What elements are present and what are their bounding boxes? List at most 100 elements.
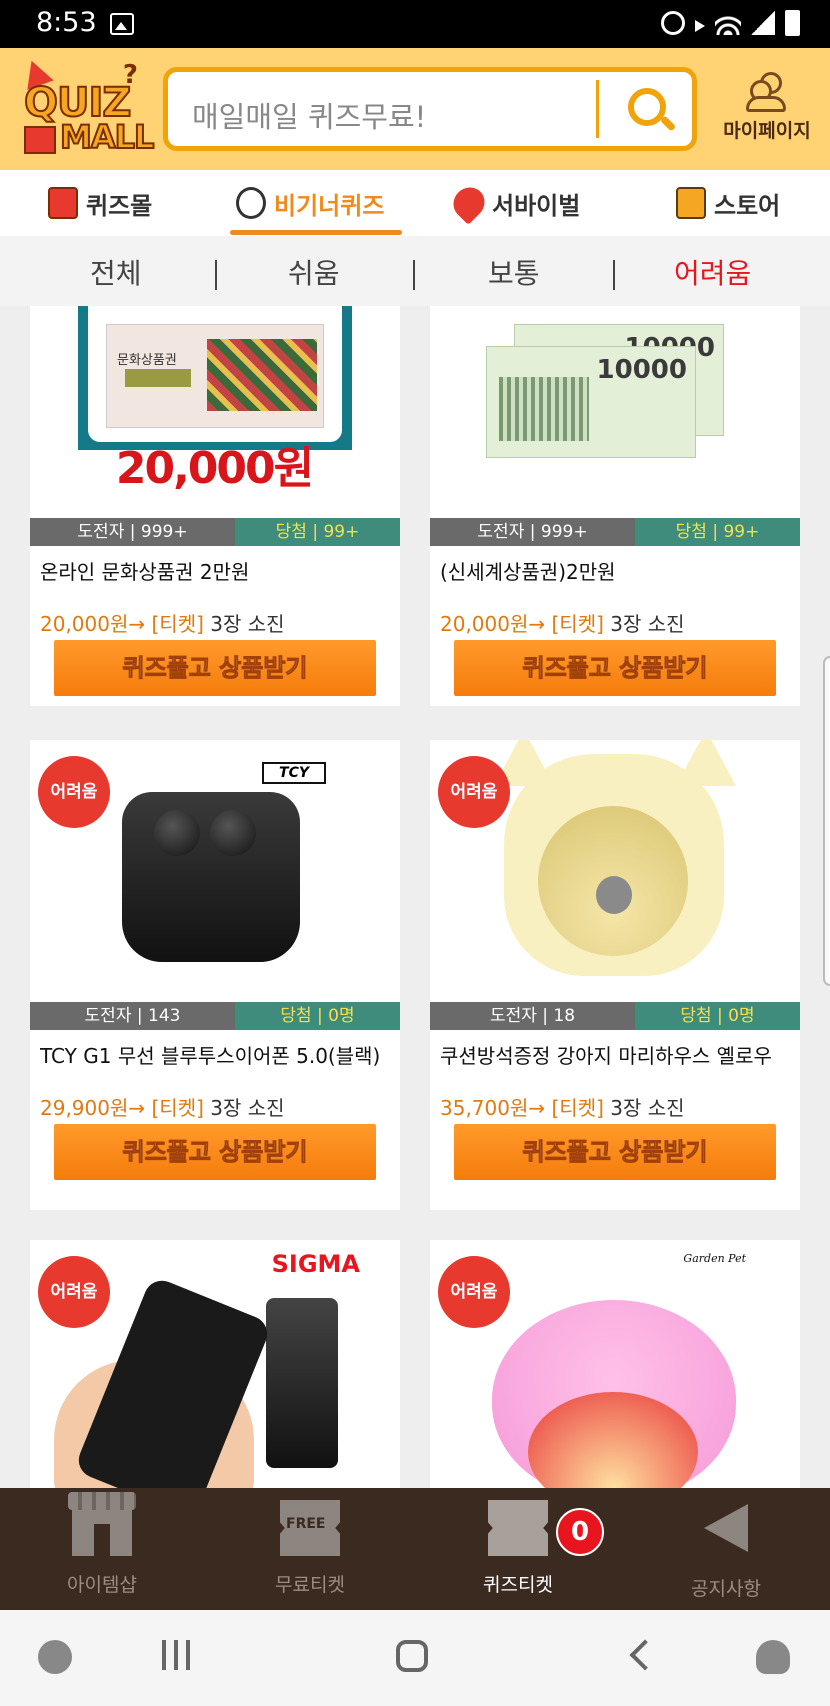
quiz-reward-button[interactable]: 퀴즈풀고 상품받기: [54, 640, 376, 696]
search-box: 매일매일 퀴즈무료!: [163, 67, 697, 151]
filter-normal[interactable]: 보통: [488, 252, 540, 292]
search-icon-handle: [659, 115, 677, 132]
gift-card-label: 문화상품권: [117, 353, 177, 368]
difficulty-badge: 어려움: [442, 760, 506, 824]
product-card[interactable]: Garden Pet 어려움: [430, 1240, 800, 1488]
winner-count: 당첨 | 0명: [635, 1002, 800, 1030]
tab-quizmall[interactable]: 퀴즈몰: [48, 170, 152, 236]
product-stats: 도전자 | 999+ 당첨 | 99+: [30, 518, 400, 546]
active-tab-indicator: [230, 230, 402, 235]
filter-separator: [613, 260, 615, 290]
price-text: 29,900원→ [티켓]: [40, 1096, 204, 1120]
filter-separator: [215, 260, 217, 290]
tab-store[interactable]: 스토어: [676, 170, 780, 236]
rocket-icon: [447, 181, 491, 225]
gift-card-amount: 20,000원: [115, 443, 314, 494]
winner-count: 당첨 | 99+: [235, 518, 400, 546]
ticket-cost: 3장 소진: [603, 1096, 685, 1120]
product-stats: 도전자 | 18 당첨 | 0명: [430, 1002, 800, 1030]
mypage-label: 마이페이지: [723, 120, 811, 142]
signal-icon: [751, 11, 775, 35]
battery-icon: [785, 10, 800, 36]
product-title: TCY G1 무선 블루투스이어폰 5.0(블랙): [40, 1044, 381, 1068]
shop-icon: [68, 1492, 136, 1556]
nav-item-notice[interactable]: 공지사항: [656, 1500, 796, 1601]
app-header: ? QUIZ MALL 매일매일 퀴즈무료! 마이페이지: [0, 48, 830, 170]
product-price: 29,900원→ [티켓] 3장 소진: [40, 1092, 285, 1121]
tab-survival[interactable]: 서바이벌: [447, 170, 581, 236]
product-price: 20,000원→ [티켓] 3장 소진: [440, 608, 685, 637]
users-icon: [746, 72, 788, 112]
bottom-nav: 아이템샵 FREE 무료티켓 퀴즈티켓 0 공지사항: [0, 1488, 830, 1610]
brand-logo: TCY: [262, 762, 326, 784]
quiz-reward-button[interactable]: 퀴즈풀고 상품받기: [54, 1124, 376, 1180]
product-stats: 도전자 | 143 당첨 | 0명: [30, 1002, 400, 1030]
tab-label: 서바이벌: [492, 191, 581, 220]
product-price: 20,000원→ [티켓] 3장 소진: [40, 608, 285, 637]
nav-item-free-ticket[interactable]: FREE 무료티켓: [240, 1500, 380, 1597]
tab-label: 스토어: [714, 191, 781, 220]
product-image[interactable]: 어려움: [430, 740, 800, 1002]
game-launcher-icon[interactable]: [38, 1640, 72, 1674]
filter-easy[interactable]: 쉬움: [288, 252, 340, 292]
difficulty-badge: 어려움: [442, 1260, 506, 1324]
challenger-count: 도전자 | 18: [430, 1002, 635, 1030]
quiz-reward-button[interactable]: 퀴즈풀고 상품받기: [454, 640, 776, 696]
gift-icon: [48, 187, 78, 219]
nav-label: 무료티켓: [275, 1574, 345, 1596]
product-card[interactable]: TCY 어려움 도전자 | 143 당첨 | 0명 TCY G1 무선 블루투스…: [30, 740, 400, 1210]
product-card[interactable]: 문화상품권 20,000원 도전자 | 999+ 당첨 | 99+ 온라인 문화…: [30, 306, 400, 706]
quizmall-logo[interactable]: ? QUIZ MALL: [14, 55, 155, 158]
nav-label: 아이템샵: [67, 1574, 137, 1596]
product-image[interactable]: 10000 10000: [430, 306, 800, 518]
back-icon[interactable]: [629, 1639, 661, 1671]
ticket-count-badge: 0: [556, 1508, 604, 1556]
status-icons: [661, 10, 800, 36]
ticket-cost: 3장 소진: [203, 1096, 285, 1120]
brand-logo: Garden Pet: [683, 1252, 746, 1265]
gift-voucher-amount: 10000: [596, 355, 687, 385]
nav-item-shop[interactable]: 아이템샵: [32, 1492, 172, 1597]
search-button[interactable]: [608, 76, 688, 142]
mypage-button[interactable]: 마이페이지: [712, 72, 822, 152]
recent-apps-icon[interactable]: [162, 1640, 194, 1670]
difficulty-filter: 전체 쉬움 보통 어려움: [0, 236, 830, 306]
search-divider: [596, 80, 599, 138]
touch-lock-icon[interactable]: [756, 1640, 790, 1674]
home-icon[interactable]: [396, 1640, 428, 1672]
alarm-icon: [661, 11, 685, 35]
challenger-count: 도전자 | 999+: [430, 518, 635, 546]
product-card[interactable]: 어려움 도전자 | 18 당첨 | 0명 쿠션방석증정 강아지 마리하우스 옐로…: [430, 740, 800, 1210]
difficulty-badge: 어려움: [42, 760, 106, 824]
quiz-ticket-icon: [488, 1500, 548, 1556]
filter-all[interactable]: 전체: [90, 252, 142, 292]
winner-count: 당첨 | 99+: [635, 518, 800, 546]
challenger-count: 도전자 | 143: [30, 1002, 235, 1030]
edge-panel-handle[interactable]: [823, 656, 830, 986]
product-card[interactable]: SIGMA 어려움: [30, 1240, 400, 1488]
stopwatch-icon: [236, 187, 266, 219]
product-image[interactable]: TCY 어려움: [30, 740, 400, 1002]
tab-beginner-quiz[interactable]: 비기너퀴즈: [236, 170, 384, 236]
filter-separator: [413, 260, 415, 290]
tab-label: 퀴즈몰: [86, 191, 153, 220]
brand-logo: SIGMA: [271, 1250, 360, 1278]
quiz-reward-button[interactable]: 퀴즈풀고 상품받기: [454, 1124, 776, 1180]
product-stats: 도전자 | 999+ 당첨 | 99+: [430, 518, 800, 546]
price-text: 20,000원→ [티켓]: [440, 612, 604, 636]
product-image[interactable]: 문화상품권 20,000원: [30, 306, 400, 518]
nav-label: 공지사항: [691, 1578, 761, 1600]
logo-gift-icon: [24, 126, 56, 154]
price-text: 35,700원→ [티켓]: [440, 1096, 604, 1120]
product-price: 35,700원→ [티켓] 3장 소진: [440, 1092, 685, 1121]
difficulty-badge: 어려움: [42, 1260, 106, 1324]
product-image[interactable]: SIGMA 어려움: [30, 1240, 400, 1488]
product-image[interactable]: Garden Pet 어려움: [430, 1240, 800, 1488]
product-title: (신세계상품권)2만원: [440, 560, 616, 584]
search-input[interactable]: 매일매일 퀴즈무료!: [192, 94, 426, 136]
product-card[interactable]: 10000 10000 도전자 | 999+ 당첨 | 99+ (신세계상품권)…: [430, 306, 800, 706]
logo-text-bottom: MALL: [59, 117, 155, 157]
filter-hard[interactable]: 어려움: [674, 252, 751, 292]
system-nav-bar: [0, 1610, 830, 1706]
ticket-cost: 3장 소진: [603, 612, 685, 636]
